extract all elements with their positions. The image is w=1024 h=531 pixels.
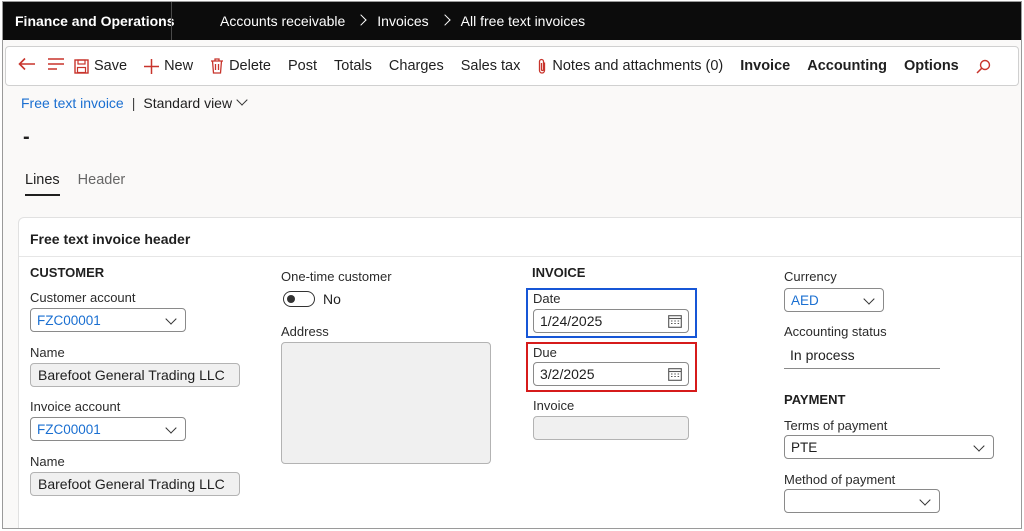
search-icon[interactable] <box>976 59 991 74</box>
date-label: Date <box>533 291 561 306</box>
name-label: Name <box>30 345 65 360</box>
invoice-label: Invoice <box>533 398 575 413</box>
terms-of-payment-label: Terms of payment <box>784 418 888 433</box>
due-date-input[interactable]: 3/2/2025 <box>533 362 689 386</box>
delete-button[interactable]: Delete <box>210 58 271 74</box>
toggle-value: No <box>323 291 341 307</box>
customer-account-label: Customer account <box>30 290 136 305</box>
breadcrumb-chevron-icon <box>355 14 367 26</box>
due-label: Due <box>533 345 557 360</box>
chevron-down-icon <box>863 293 875 305</box>
toggle-track <box>283 291 315 307</box>
name-field: Barefoot General Trading LLC <box>30 363 240 387</box>
notes-attachments-button[interactable]: Notes and attachments (0) <box>537 58 723 75</box>
top-navigation-bar: Finance and Operations Accounts receivab… <box>3 2 1021 40</box>
post-button[interactable]: Post <box>288 58 317 74</box>
form-link[interactable]: Free text invoice <box>21 95 124 111</box>
terms-of-payment-combo[interactable]: PTE <box>784 435 994 459</box>
payment-heading: PAYMENT <box>784 392 846 407</box>
header-card: Free text invoice header CUSTOMER Custom… <box>18 217 1021 528</box>
card-title[interactable]: Free text invoice header <box>30 231 190 247</box>
view-selector[interactable]: Standard view <box>143 94 248 111</box>
breadcrumb-accounts-receivable[interactable]: Accounts receivable <box>220 13 345 29</box>
invoice-account-label: Invoice account <box>30 399 121 414</box>
date-value: 1/24/2025 <box>540 313 603 329</box>
invoice-account-value: FZC00001 <box>37 421 101 437</box>
menu-icon[interactable] <box>48 58 64 74</box>
due-value: 3/2/2025 <box>540 366 595 382</box>
calendar-icon[interactable] <box>668 367 682 384</box>
app-window: Finance and Operations Accounts receivab… <box>2 1 1022 529</box>
breadcrumb-chevron-icon <box>438 14 451 26</box>
chevron-down-icon <box>919 494 931 506</box>
app-title[interactable]: Finance and Operations <box>15 13 174 29</box>
chevron-down-icon <box>165 313 177 325</box>
date-input[interactable]: 1/24/2025 <box>533 309 689 333</box>
trash-icon <box>210 58 224 74</box>
toggle-knob <box>287 294 295 303</box>
currency-combo[interactable]: AED <box>784 288 884 312</box>
currency-label: Currency <box>784 269 837 284</box>
new-button[interactable]: New <box>144 58 193 74</box>
name2-label: Name <box>30 454 65 469</box>
method-of-payment-combo[interactable] <box>784 489 940 513</box>
accounting-status-underline <box>784 368 940 369</box>
new-label: New <box>164 58 194 74</box>
address-label: Address <box>281 324 329 339</box>
back-arrow-icon[interactable] <box>18 57 36 75</box>
plus-icon <box>144 58 160 74</box>
invoice-heading: INVOICE <box>532 265 586 280</box>
view-name: Standard view <box>143 95 233 111</box>
breadcrumb: Accounts receivable Invoices All free te… <box>220 13 585 29</box>
tab-bar: Lines Header <box>25 172 143 196</box>
breadcrumb-invoices[interactable]: Invoices <box>377 13 428 29</box>
save-label: Save <box>94 58 128 74</box>
tab-header[interactable]: Header <box>78 172 126 196</box>
invoice-account-combo[interactable]: FZC00001 <box>30 417 186 441</box>
accounting-tab-button[interactable]: Accounting <box>807 58 887 74</box>
action-pane: Save New Delete Post Totals Charges Sale… <box>5 46 1019 86</box>
totals-button[interactable]: Totals <box>334 58 372 74</box>
one-time-customer-label: One-time customer <box>281 269 392 284</box>
paperclip-icon <box>537 58 547 75</box>
customer-heading: CUSTOMER <box>30 265 105 280</box>
method-of-payment-label: Method of payment <box>784 472 896 487</box>
options-tab-button[interactable]: Options <box>904 58 959 74</box>
name2-field: Barefoot General Trading LLC <box>30 472 240 496</box>
save-icon <box>74 58 89 74</box>
save-button[interactable]: Save <box>74 58 127 74</box>
currency-value: AED <box>791 292 819 308</box>
record-title: - <box>23 126 30 148</box>
topbar-divider <box>171 2 172 40</box>
chevron-down-icon <box>973 440 985 452</box>
form-view-bar: Free text invoice | Standard view <box>21 94 248 111</box>
invoice-field <box>533 416 689 440</box>
customer-account-value: FZC00001 <box>37 312 101 328</box>
calendar-icon[interactable] <box>668 314 682 331</box>
tab-lines[interactable]: Lines <box>25 172 60 196</box>
sales-tax-button[interactable]: Sales tax <box>461 58 521 74</box>
accounting-status-label: Accounting status <box>784 324 887 339</box>
delete-label: Delete <box>229 58 271 74</box>
terms-of-payment-value: PTE <box>791 439 818 455</box>
one-time-customer-toggle[interactable]: No <box>283 291 341 307</box>
customer-account-combo[interactable]: FZC00001 <box>30 308 186 332</box>
accounting-status-value: In process <box>790 347 855 363</box>
address-field <box>281 342 491 464</box>
chevron-down-icon <box>165 422 177 434</box>
invoice-tab-button[interactable]: Invoice <box>740 58 790 74</box>
charges-button[interactable]: Charges <box>389 58 444 74</box>
notes-label: Notes and attachments (0) <box>552 58 724 74</box>
chevron-down-icon <box>236 94 248 106</box>
card-divider <box>19 256 1021 257</box>
breadcrumb-all-free-text-invoices[interactable]: All free text invoices <box>461 13 586 29</box>
view-divider: | <box>131 95 136 111</box>
